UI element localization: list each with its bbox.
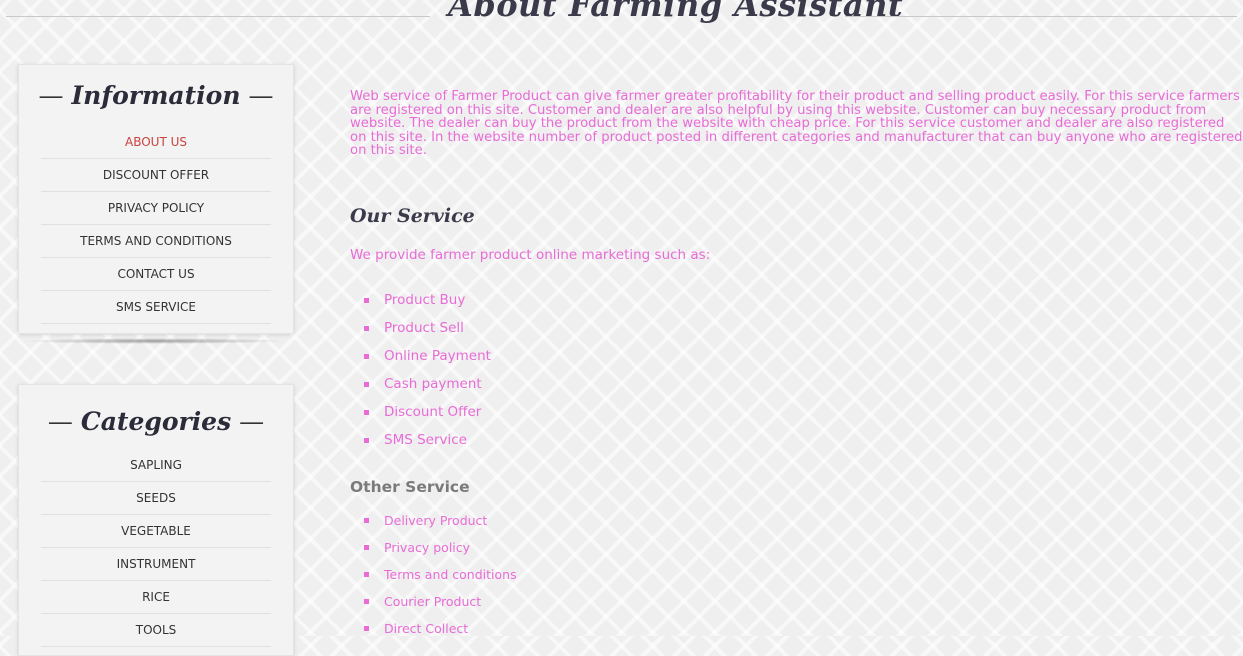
page-heading-wrap: About Farming Assistant [0, 0, 1243, 30]
information-title-row: — Information — [19, 65, 293, 127]
sidebar-item-privacy-policy[interactable]: PRIVACY POLICY [41, 192, 271, 225]
heading-divider-right [845, 16, 1237, 17]
page-title: About Farming Assistant [448, 0, 904, 24]
list-item: Product Sell [364, 314, 491, 342]
category-item-instrument[interactable]: INSTRUMENT [41, 548, 271, 581]
other-service-heading: Other Service [350, 478, 470, 496]
sidebar-item-discount-offer[interactable]: DISCOUNT OFFER [41, 159, 271, 192]
information-menu: ABOUT US DISCOUNT OFFER PRIVACY POLICY T… [19, 126, 293, 324]
sidebar-item-contact-us[interactable]: CONTACT US [41, 258, 271, 291]
list-item: Online Payment [364, 342, 491, 370]
intro-paragraph: Web service of Farmer Product can give f… [350, 89, 1243, 159]
other-service-list: Delivery Product Privacy policy Terms an… [364, 507, 517, 642]
categories-panel: — Categories — SAPLING SEEDS VEGETABLE I… [18, 384, 294, 656]
information-panel: — Information — ABOUT US DISCOUNT OFFER … [18, 64, 294, 334]
our-service-heading: Our Service [350, 205, 475, 227]
categories-title: — Categories — [47, 407, 265, 436]
panel-shadow [22, 338, 286, 344]
our-service-lead: We provide farmer product online marketi… [350, 247, 711, 263]
list-item: Cash payment [364, 370, 491, 398]
information-title: — Information — [38, 81, 274, 110]
list-item: Direct Collect [364, 615, 517, 642]
category-item-sapling[interactable]: SAPLING [41, 449, 271, 482]
category-item-seeds[interactable]: SEEDS [41, 482, 271, 515]
category-item-tools[interactable]: TOOLS [41, 614, 271, 647]
our-service-list: Product Buy Product Sell Online Payment … [364, 286, 491, 454]
sidebar-item-terms-and-conditions[interactable]: TERMS AND CONDITIONS [41, 225, 271, 258]
category-item-vegetable[interactable]: VEGETABLE [41, 515, 271, 548]
sidebar-item-about-us[interactable]: ABOUT US [41, 126, 271, 159]
heading-divider-left [6, 16, 430, 17]
category-item-rice[interactable]: RICE [41, 581, 271, 614]
sidebar-item-sms-service[interactable]: SMS SERVICE [41, 291, 271, 324]
list-item: Terms and conditions [364, 561, 517, 588]
list-item: Delivery Product [364, 507, 517, 534]
list-item: SMS Service [364, 426, 491, 454]
list-item: Courier Product [364, 588, 517, 615]
list-item: Discount Offer [364, 398, 491, 426]
list-item: Product Buy [364, 286, 491, 314]
list-item: Privacy policy [364, 534, 517, 561]
categories-title-row: — Categories — [19, 385, 293, 451]
categories-menu: SAPLING SEEDS VEGETABLE INSTRUMENT RICE … [19, 449, 293, 647]
